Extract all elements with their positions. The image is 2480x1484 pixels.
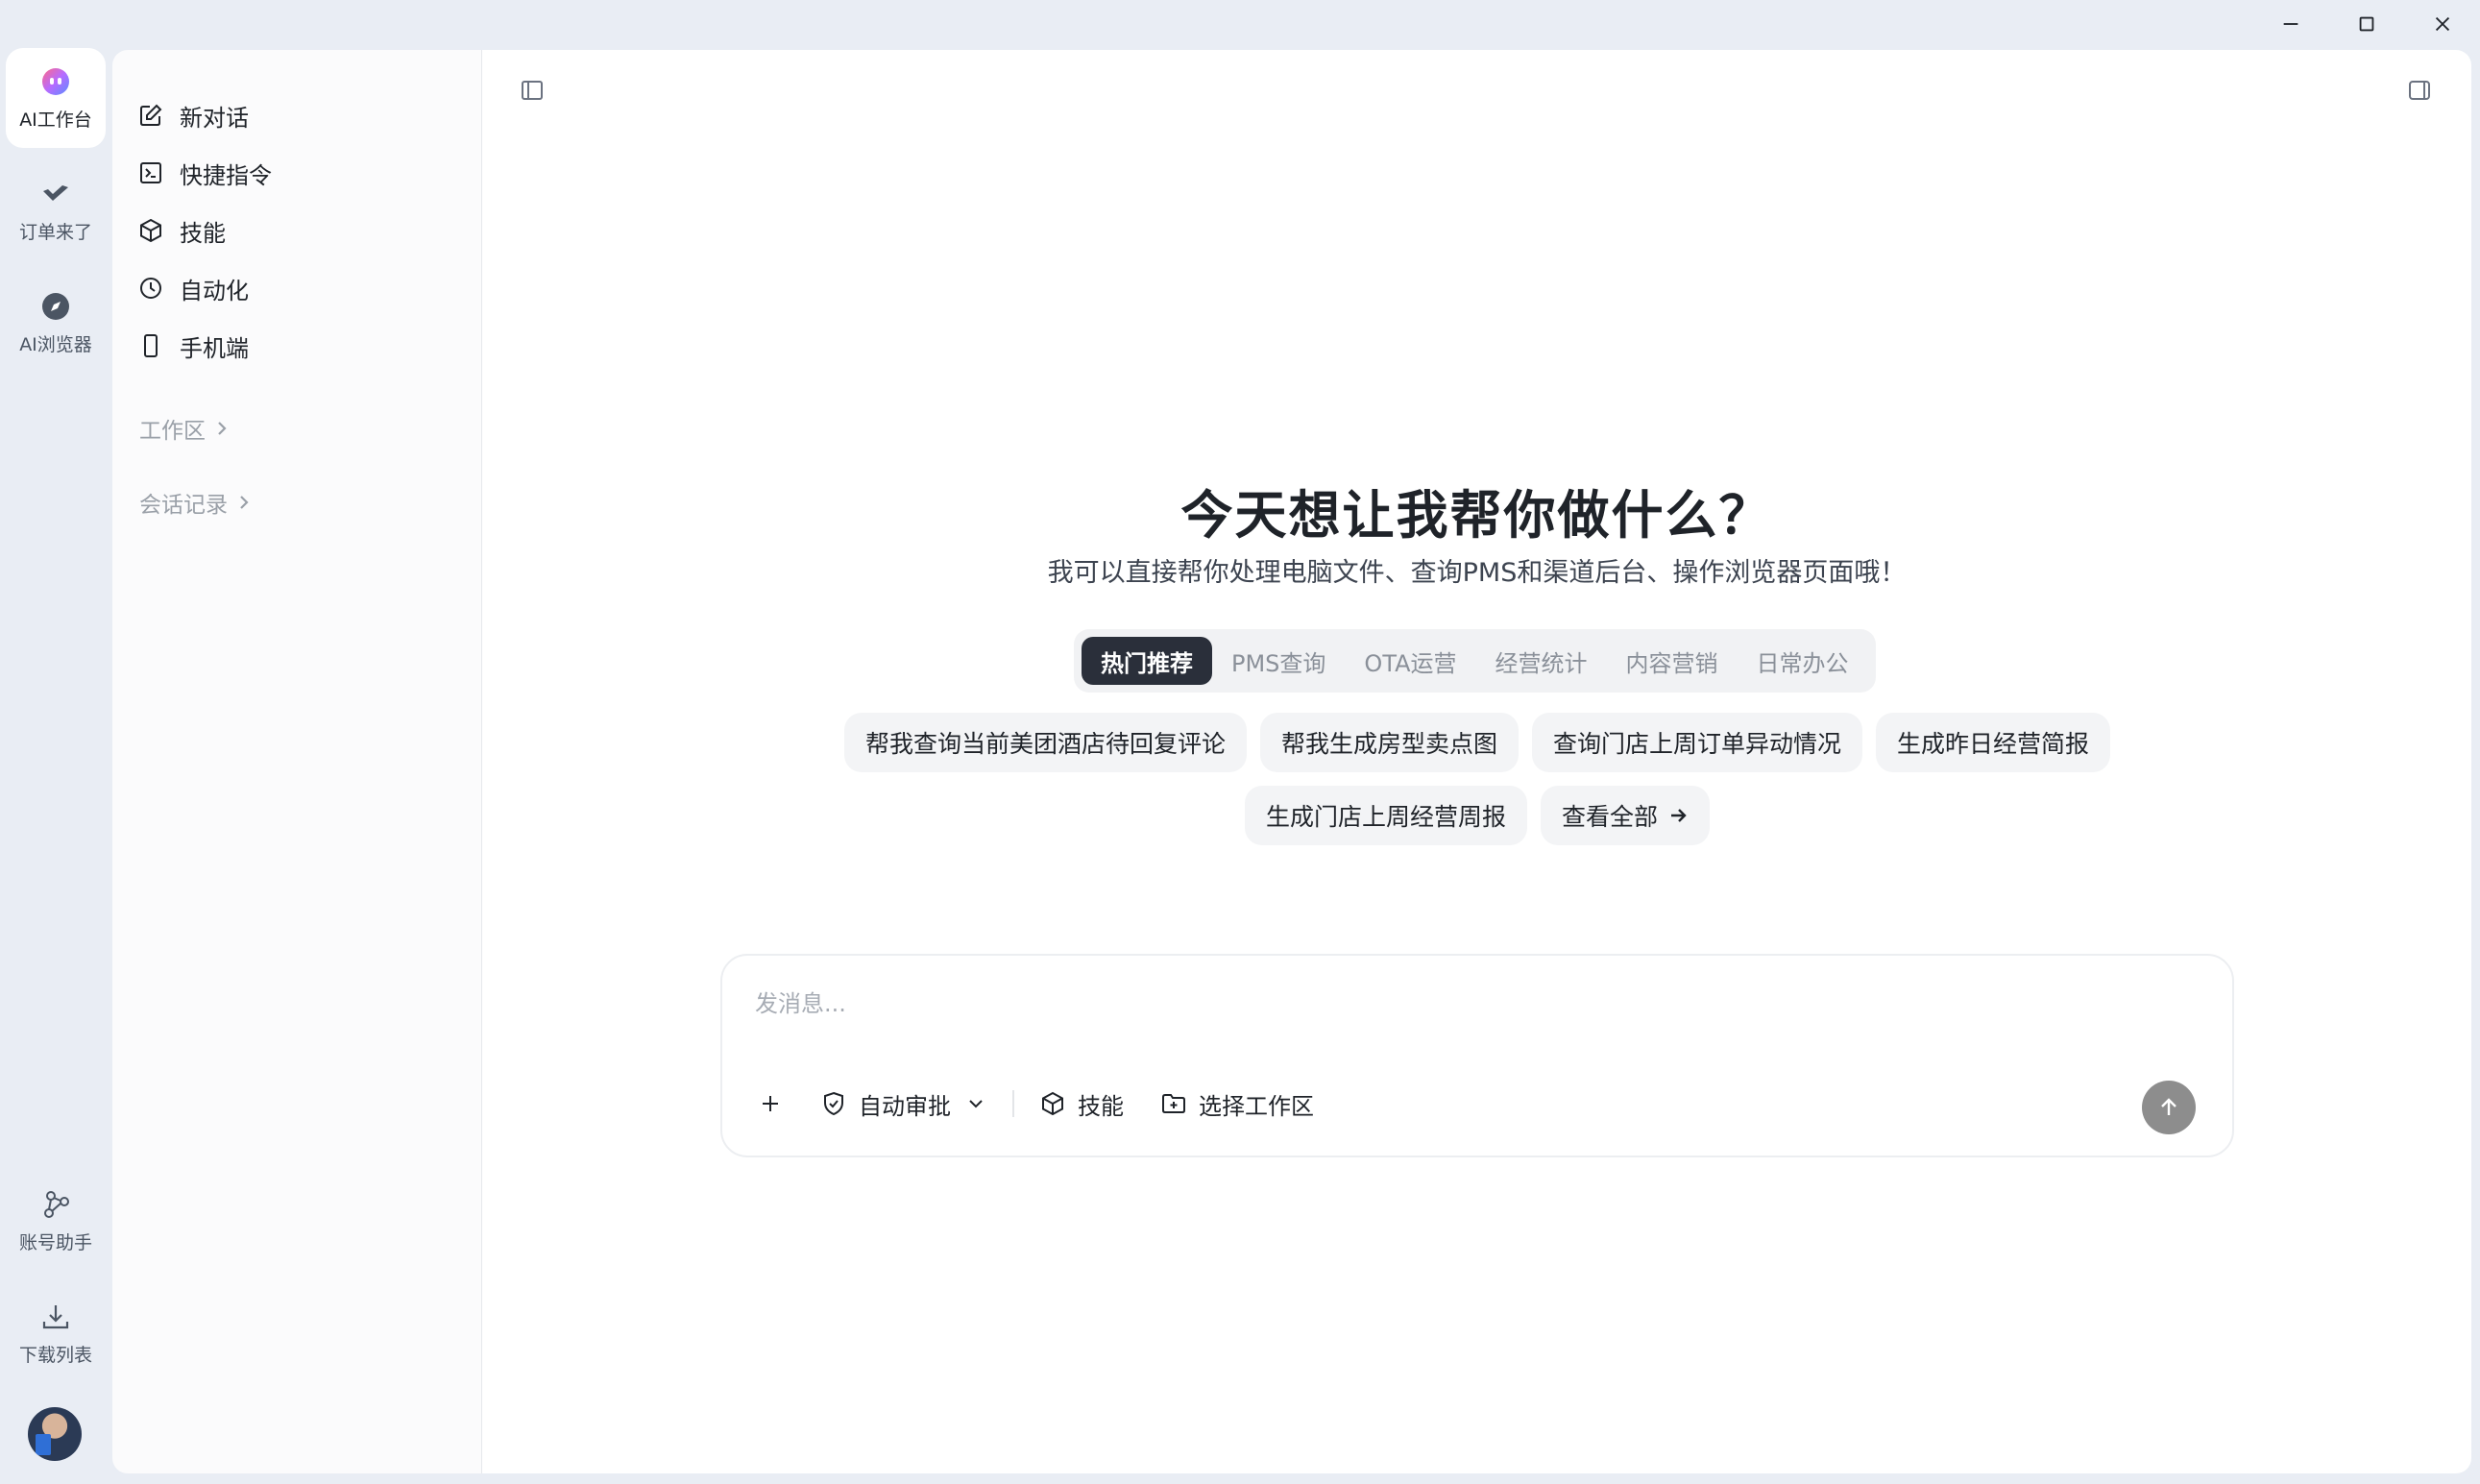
auto-approve-label: 自动审批 — [859, 1092, 951, 1120]
sidebar-item-automation[interactable]: 自动化 — [137, 259, 272, 317]
chevron-right-icon — [218, 422, 227, 435]
maximize-icon — [2359, 16, 2373, 32]
tab-marketing[interactable]: 内容营销 — [1607, 637, 1738, 685]
section-label: 会话记录 — [139, 493, 228, 518]
section-label: 工作区 — [139, 419, 206, 444]
message-composer: 自动审批 技能 选择工作区 — [720, 954, 2234, 1157]
tab-stats[interactable]: 经营统计 — [1476, 637, 1607, 685]
sidebar-toggle-icon — [522, 81, 543, 100]
rail-item-label: 下载列表 — [18, 1344, 92, 1366]
tab-ota[interactable]: OTA运营 — [1345, 637, 1475, 685]
chevron-down-icon — [969, 1100, 983, 1108]
rail-item-ai-workbench[interactable]: AI工作台 — [6, 48, 106, 148]
folder-plus-icon — [1162, 1094, 1185, 1113]
compass-icon — [42, 292, 69, 320]
suggestion-list: 帮我查询当前美团酒店待回复评论 帮我生成房型卖点图 查询门店上周订单异动情况 生… — [722, 713, 2232, 845]
minimize-icon — [2283, 23, 2298, 25]
plus-icon — [763, 1096, 778, 1111]
sidebar-item-label: 新对话 — [180, 104, 249, 132]
auto-approve-dropdown[interactable]: 自动审批 — [820, 1087, 989, 1121]
rail-item-downloads[interactable]: 下载列表 — [6, 1283, 106, 1383]
suggestion-chip[interactable]: 生成门店上周经营周报 — [1244, 786, 1527, 845]
order-logo-icon — [43, 184, 68, 201]
sidebar-item-mobile[interactable]: 手机端 — [137, 317, 272, 375]
suggestion-chip[interactable]: 帮我生成房型卖点图 — [1259, 713, 1519, 772]
category-tabs: 热门推荐 PMS查询 OTA运营 经营统计 内容营销 日常办公 — [1074, 629, 1876, 693]
close-button[interactable] — [2404, 0, 2480, 48]
page-title: 今天想让我帮你做什么？ — [1180, 485, 1773, 546]
tab-hot[interactable]: 热门推荐 — [1082, 637, 1212, 685]
suggestion-chip[interactable]: 生成昨日经营简报 — [1876, 713, 2111, 772]
cube-icon — [1042, 1091, 1063, 1116]
skills-label: 技能 — [1078, 1092, 1124, 1120]
minimize-button[interactable] — [2252, 0, 2328, 48]
arrow-up-icon — [2161, 1098, 2176, 1115]
section-history[interactable]: 会话记录 — [139, 486, 253, 519]
rail-item-label: 账号助手 — [18, 1231, 92, 1253]
edit-icon — [140, 104, 162, 126]
rail-item-label: AI浏览器 — [19, 333, 92, 355]
sidebar-menu: 新对话 快捷指令 技能 自动化 手机端 — [137, 86, 272, 375]
sidebar-item-label: 技能 — [180, 219, 226, 247]
close-icon — [2435, 16, 2449, 32]
ai-robot-icon — [42, 67, 69, 95]
sidebar-item-new-chat[interactable]: 新对话 — [137, 86, 272, 144]
tab-pms[interactable]: PMS查询 — [1212, 637, 1345, 685]
suggestion-chip[interactable]: 查询门店上周订单异动情况 — [1532, 713, 1863, 772]
sidebar-item-skills[interactable]: 技能 — [137, 202, 272, 259]
cube-icon — [140, 218, 161, 243]
rail-item-ai-browser[interactable]: AI浏览器 — [6, 273, 106, 373]
chevron-right-icon — [240, 496, 249, 509]
section-workspace[interactable]: 工作区 — [139, 412, 231, 445]
rail-item-label: AI工作台 — [19, 109, 92, 131]
sidebar-item-label: 手机端 — [180, 334, 249, 362]
main-panel: 今天想让我帮你做什么？ 我可以直接帮你处理电脑文件、查询PMS和渠道后台、操作浏… — [482, 50, 2471, 1473]
tab-office[interactable]: 日常办公 — [1738, 637, 1868, 685]
page-subtitle: 我可以直接帮你处理电脑文件、查询PMS和渠道后台、操作浏览器页面哦！ — [1047, 558, 1907, 588]
shield-check-icon — [824, 1091, 843, 1116]
rail-item-orders[interactable]: 订单来了 — [6, 160, 106, 260]
maximize-button[interactable] — [2328, 0, 2404, 48]
avatar[interactable] — [28, 1407, 82, 1461]
arrow-right-icon — [1671, 809, 1687, 822]
rail-item-account-assistant[interactable]: 账号助手 — [6, 1171, 106, 1271]
toolbar-divider — [1012, 1090, 1014, 1117]
toggle-sidebar-button[interactable] — [519, 77, 546, 104]
download-icon — [42, 1304, 69, 1328]
terminal-icon — [140, 162, 161, 183]
view-all-button[interactable]: 查看全部 — [1541, 786, 1711, 845]
network-icon — [44, 1190, 69, 1218]
clock-icon — [140, 278, 161, 299]
workspace-label: 选择工作区 — [1199, 1092, 1314, 1120]
send-button[interactable] — [2142, 1081, 2196, 1134]
panel-right-icon — [2409, 81, 2430, 100]
window-controls — [2252, 0, 2480, 48]
phone-icon — [144, 334, 158, 357]
app-rail: AI工作台 订单来了 AI浏览器 账号助手 下载列表 — [0, 0, 110, 1484]
sidebar-item-label: 快捷指令 — [180, 161, 272, 189]
select-workspace-button[interactable]: 选择工作区 — [1160, 1087, 1314, 1121]
attach-button[interactable] — [757, 1090, 784, 1117]
rail-item-label: 订单来了 — [18, 221, 92, 243]
sidebar: 新对话 快捷指令 技能 自动化 手机端 工作区 会话记录 — [112, 50, 482, 1473]
sidebar-item-shortcuts[interactable]: 快捷指令 — [137, 144, 272, 202]
suggestion-chip[interactable]: 帮我查询当前美团酒店待回复评论 — [843, 713, 1247, 772]
skills-button[interactable]: 技能 — [1039, 1087, 1124, 1121]
composer-toolbar: 自动审批 技能 选择工作区 — [757, 1081, 1350, 1127]
message-input[interactable] — [755, 990, 2100, 1017]
sidebar-item-label: 自动化 — [180, 277, 249, 304]
toggle-right-panel-button[interactable] — [2406, 77, 2433, 104]
view-all-label: 查看全部 — [1562, 803, 1659, 831]
